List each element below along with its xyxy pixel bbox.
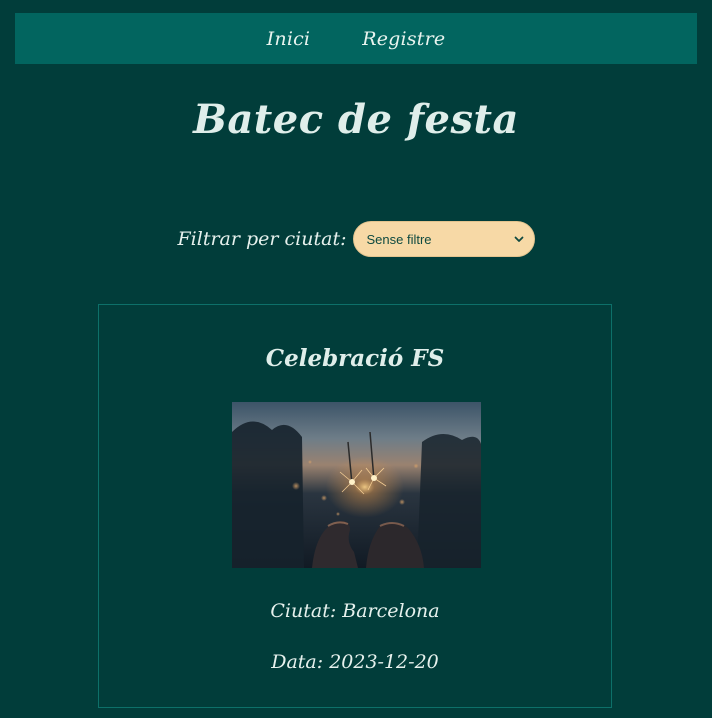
nav-link-inici[interactable]: Inici bbox=[267, 28, 311, 50]
page: Inici Registre Batec de festa Filtrar pe… bbox=[0, 0, 712, 718]
select-value: Sense filtre bbox=[366, 231, 432, 247]
event-date: Data: 2023-12-20 bbox=[271, 651, 439, 673]
navbar: Inici Registre bbox=[15, 13, 697, 64]
city-select[interactable]: Sense filtre bbox=[352, 221, 535, 257]
event-city: Ciutat: Barcelona bbox=[270, 600, 440, 622]
page-title: Batec de festa bbox=[193, 96, 519, 143]
event-image bbox=[232, 402, 481, 568]
filter-label: Filtrar per ciutat: bbox=[177, 228, 347, 250]
event-title: Celebració FS bbox=[265, 345, 445, 372]
city-filter: Filtrar per ciutat: Sense filtre bbox=[0, 221, 712, 257]
chevron-down-icon bbox=[513, 233, 525, 245]
nav-link-registre[interactable]: Registre bbox=[362, 28, 445, 50]
event-card: Celebració FS Ciutat: Barcelona Data: 20… bbox=[98, 304, 612, 708]
